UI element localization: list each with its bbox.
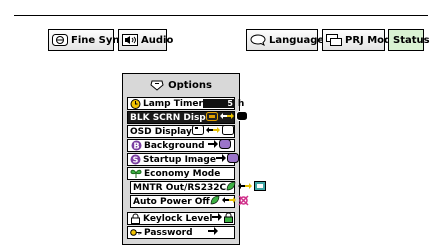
menu-row-password[interactable]: Password	[127, 226, 235, 239]
lamp-timer-value: 5	[202, 99, 235, 108]
submenu-screen-icon	[219, 139, 231, 152]
speaker-icon	[122, 33, 138, 47]
menu-row-osd-display[interactable]: OSD Display	[127, 125, 235, 138]
leaf-on-icon	[226, 181, 236, 194]
svg-text:S: S	[133, 156, 139, 165]
background-icon: B	[130, 140, 142, 151]
tab-label: Audio	[141, 34, 174, 46]
menu-row-startup-image[interactable]: S Startup Image	[127, 153, 239, 166]
menu-row-mntr-out[interactable]: MNTR Out/RS232C	[130, 181, 267, 194]
arrow-right-icon	[215, 154, 226, 165]
top-divider	[14, 15, 428, 16]
startup-icon: S	[130, 154, 141, 165]
green-lock-icon	[223, 212, 234, 226]
power-off-disabled-icon	[238, 194, 249, 209]
menu-row-auto-power-off[interactable]: Auto Power Off	[130, 194, 249, 208]
toggle-arrow-icon	[221, 196, 237, 207]
menu-row-blk-scrn-disp[interactable]: BLK SCRN Disp	[127, 111, 248, 124]
menu-row-economy-mode: Economy Mode	[127, 167, 235, 180]
projector-mode-icon	[326, 33, 342, 47]
tab-prj-mode[interactable]: PRJ Mode	[322, 29, 398, 51]
menu-title: Options	[123, 74, 239, 96]
toggle-arrow-icon	[205, 126, 221, 137]
svg-text:B: B	[133, 142, 139, 151]
osd-on-icon	[191, 125, 204, 138]
tab-status[interactable]: Status	[388, 29, 430, 51]
timer-icon	[130, 98, 141, 109]
blank-screen-icon	[205, 111, 218, 124]
options-icon	[150, 79, 164, 91]
key-icon	[130, 227, 142, 238]
menu-row-lamp-timer[interactable]: Lamp Timer 5 h	[127, 97, 244, 110]
arrow-right-icon	[208, 227, 218, 238]
toggle-arrow-icon	[237, 182, 253, 193]
tab-language[interactable]: Language	[246, 29, 324, 51]
speech-bubble-icon	[250, 33, 266, 47]
submenu-screen-icon	[226, 153, 239, 166]
tab-audio[interactable]: Audio	[118, 29, 173, 51]
lamp-timer-unit: h	[237, 98, 245, 109]
osd-off-icon	[221, 125, 234, 138]
menu-row-background[interactable]: B Background	[127, 139, 235, 152]
monitor-out-icon	[254, 181, 267, 194]
tab-label: Status	[393, 34, 430, 46]
lock-icon	[130, 213, 141, 224]
options-menu: Options Lamp Timer 5 h BLK SCRN Disp OSD…	[122, 73, 267, 245]
menu-row-keylock-level[interactable]: Keylock Level	[127, 212, 235, 225]
tab-label: Language	[269, 34, 325, 46]
arrow-right-icon	[208, 140, 218, 151]
economy-leaf-icon	[130, 168, 142, 179]
toggle-arrow-icon	[219, 112, 235, 123]
arrow-right-icon	[212, 213, 223, 224]
tab-fine-sync[interactable]: Fine Sync	[48, 29, 125, 51]
black-screen-icon	[235, 111, 248, 124]
fine-sync-icon	[52, 33, 68, 47]
leaf-on-icon	[210, 195, 220, 208]
